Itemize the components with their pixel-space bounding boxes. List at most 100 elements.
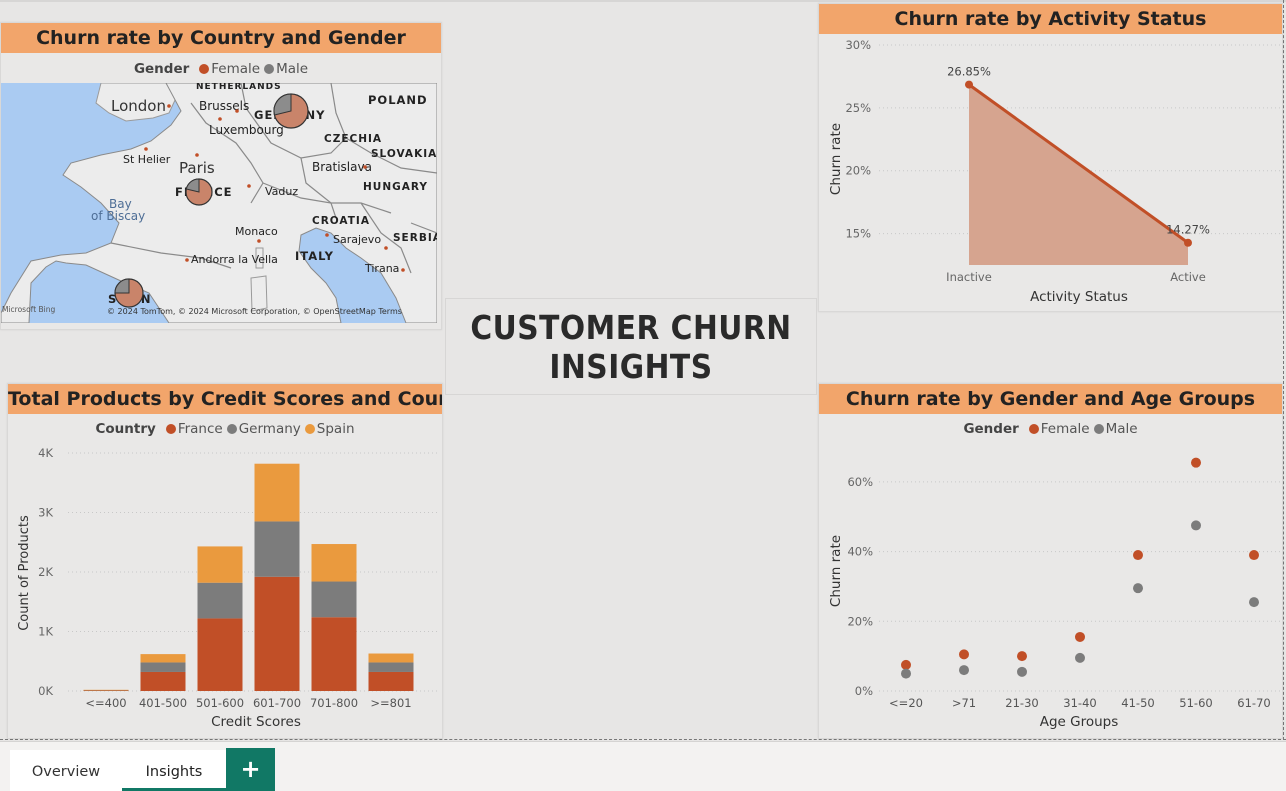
activity-area-chart[interactable]: 30% 25% 20% 15% 26.85% Inactive 14.27% Active Ac… — [819, 34, 1282, 311]
biscay-label: of Biscay — [91, 209, 145, 223]
bar-germany — [140, 662, 186, 672]
female-legend-dot — [1028, 424, 1039, 434]
spain-legend-dot — [304, 424, 315, 434]
bar-spain — [83, 689, 129, 691]
y-tick-label: 0% — [855, 684, 873, 698]
x-axis-title: Age Groups — [1040, 714, 1119, 730]
products-bar-chart[interactable]: 4K 3K 2K 1K 0K <=400 401-500 501-600 601-700 701-… — [8, 439, 442, 739]
monaco-label: Monaco — [235, 225, 278, 238]
legend-female[interactable]: Female — [1041, 421, 1090, 437]
y-tick-label: 3K — [38, 506, 53, 520]
x-tick-label: Inactive — [946, 270, 992, 284]
legend-spain[interactable]: Spain — [317, 421, 355, 437]
point-female — [1075, 631, 1085, 642]
sardinia — [250, 275, 268, 312]
point-female — [1133, 550, 1143, 561]
point-male — [901, 668, 911, 679]
luxembourg-label: Luxembourg — [209, 123, 284, 137]
y-tick-label: 1K — [38, 625, 53, 639]
point-male — [1191, 520, 1201, 531]
y-tick-label: 40% — [847, 545, 873, 559]
france-legend-dot — [165, 424, 176, 434]
legend-title: Gender — [133, 61, 190, 77]
products-visual-title: Total Products by Credit Scores and Coun… — [8, 384, 442, 414]
male-legend-dot — [1093, 424, 1104, 434]
map-visual-title: Churn rate by Country and Gender — [1, 23, 441, 53]
bar-germany — [254, 521, 300, 577]
st-helier-label: St Helier — [123, 153, 171, 166]
poland-label: POLAND — [368, 93, 428, 107]
products-legend: Country France Germany Spain — [8, 421, 442, 437]
female-legend-dot — [199, 64, 210, 74]
x-tick-label: >71 — [952, 696, 976, 710]
point-female — [959, 649, 969, 660]
bar-spain — [311, 544, 357, 582]
x-tick-label: 31-40 — [1063, 696, 1096, 710]
germany-pie[interactable] — [273, 93, 309, 129]
czechia-label: CZECHIA — [324, 133, 382, 145]
point-male — [1075, 652, 1085, 663]
europe-map[interactable]: NETHERLANDS London Brussels Luxembourg G… — [1, 83, 437, 323]
point-female — [901, 659, 911, 670]
serbia-label: SERBIA — [393, 232, 437, 244]
point-female — [1249, 550, 1259, 561]
y-tick-label: 15% — [845, 227, 871, 241]
page-tabs-bar: Overview Insights + — [0, 741, 1286, 791]
activity-visual-title: Churn rate by Activity Status — [819, 4, 1282, 34]
tirana-label: Tirana — [364, 262, 399, 275]
y-axis-title: Churn rate — [828, 123, 844, 195]
legend-france[interactable]: France — [178, 421, 223, 437]
legend-female[interactable]: Female — [211, 61, 260, 77]
bar-germany — [311, 581, 357, 618]
x-tick-label: 601-700 — [253, 696, 301, 710]
churn-point-active — [1184, 238, 1192, 247]
italy-label: ITALY — [295, 249, 334, 263]
germany-legend-dot — [226, 424, 237, 434]
brussels-label: Brussels — [199, 99, 249, 113]
tab-overview[interactable]: Overview — [10, 750, 122, 791]
churn-point-inactive — [965, 80, 973, 89]
data-label: 26.85% — [947, 65, 991, 79]
bar-germany — [197, 582, 243, 619]
y-tick-label: 4K — [38, 446, 53, 460]
hungary-label: HUNGARY — [363, 181, 428, 193]
slovakia-label: SLOVAKIA — [371, 148, 437, 160]
france-pie[interactable] — [185, 178, 213, 206]
churn-area — [969, 84, 1188, 265]
y-tick-label: 20% — [845, 164, 871, 178]
bar-france — [368, 671, 414, 691]
map-copyright: © 2024 TomTom, © 2024 Microsoft Corporat… — [107, 307, 402, 316]
bar-spain — [254, 463, 300, 522]
age-scatter-chart[interactable]: 60% 40% 20% 0% <=20 >71 21-30 31-40 41-50 51-60 61… — [819, 439, 1282, 739]
activity-visual[interactable]: Churn rate by Activity Status 30% 25% 20% 1… — [818, 3, 1283, 312]
map-visual[interactable]: Churn rate by Country and Gender Gender F… — [0, 22, 442, 330]
london-label: London — [111, 97, 166, 115]
bar-france — [140, 671, 186, 691]
products-visual[interactable]: Total Products by Credit Scores and Coun… — [7, 383, 443, 739]
data-label: 14.27% — [1166, 223, 1210, 237]
bar-france — [311, 617, 357, 691]
y-tick-label: 0K — [38, 684, 53, 698]
legend-germany[interactable]: Germany — [239, 421, 301, 437]
x-tick-label: 51-60 — [1179, 696, 1212, 710]
tab-insights[interactable]: Insights — [122, 750, 226, 791]
add-page-button[interactable]: + — [226, 748, 275, 791]
legend-male[interactable]: Male — [276, 61, 308, 77]
paris-label: Paris — [179, 159, 215, 177]
age-legend: Gender Female Male — [819, 421, 1282, 437]
x-tick-label: 61-70 — [1237, 696, 1270, 710]
x-tick-label: >=801 — [370, 696, 411, 710]
age-visual[interactable]: Churn rate by Gender and Age Groups Gend… — [818, 383, 1283, 739]
bar-spain — [140, 654, 186, 663]
point-female — [1017, 651, 1027, 662]
x-tick-label: Active — [1170, 270, 1206, 284]
netherlands-label: NETHERLANDS — [196, 83, 282, 92]
vaduz-label: Vaduz — [265, 185, 298, 198]
legend-male[interactable]: Male — [1106, 421, 1138, 437]
bing-label: Microsoft Bing — [2, 305, 55, 314]
spain-pie[interactable] — [114, 278, 144, 308]
point-female — [1191, 457, 1201, 468]
legend-title: Country — [95, 421, 156, 437]
bar-spain — [368, 653, 414, 663]
report-title: CUSTOMER CHURN INSIGHTS — [445, 298, 817, 395]
